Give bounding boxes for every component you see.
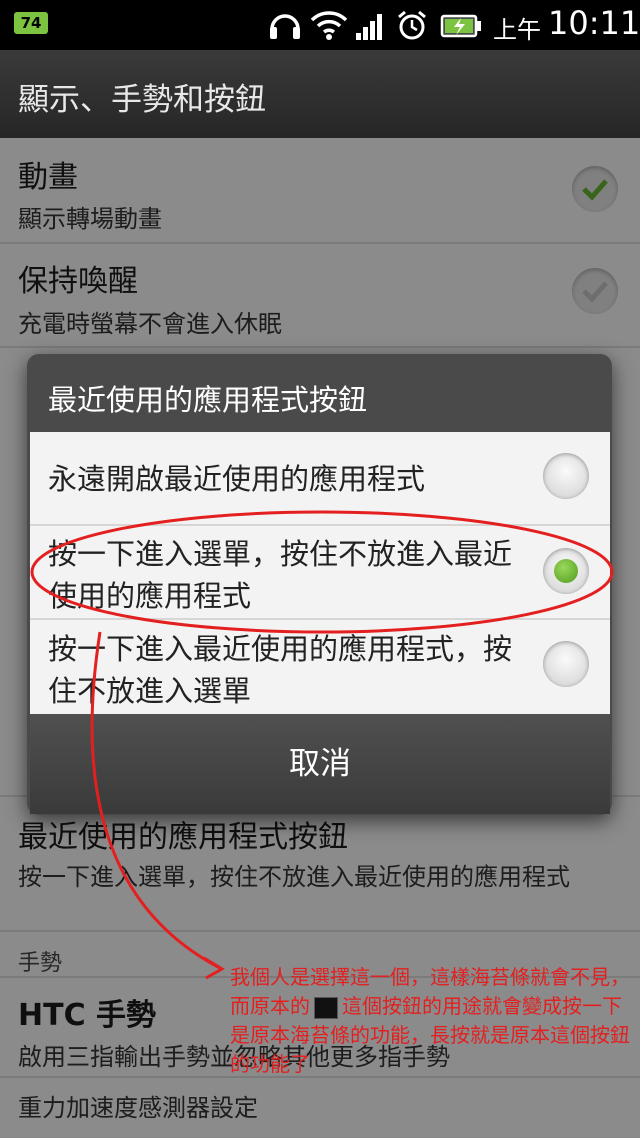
annotation-circle [30,510,614,634]
annotation-arrowhead [203,956,225,980]
recent-apps-icon [314,996,338,1019]
annotation-arrow [90,631,221,970]
annotation-note: 我個人是選擇這一個，這樣海苔條就會不見，而原本的 這個按鈕的用途就會變成按一下是原… [230,963,630,1079]
